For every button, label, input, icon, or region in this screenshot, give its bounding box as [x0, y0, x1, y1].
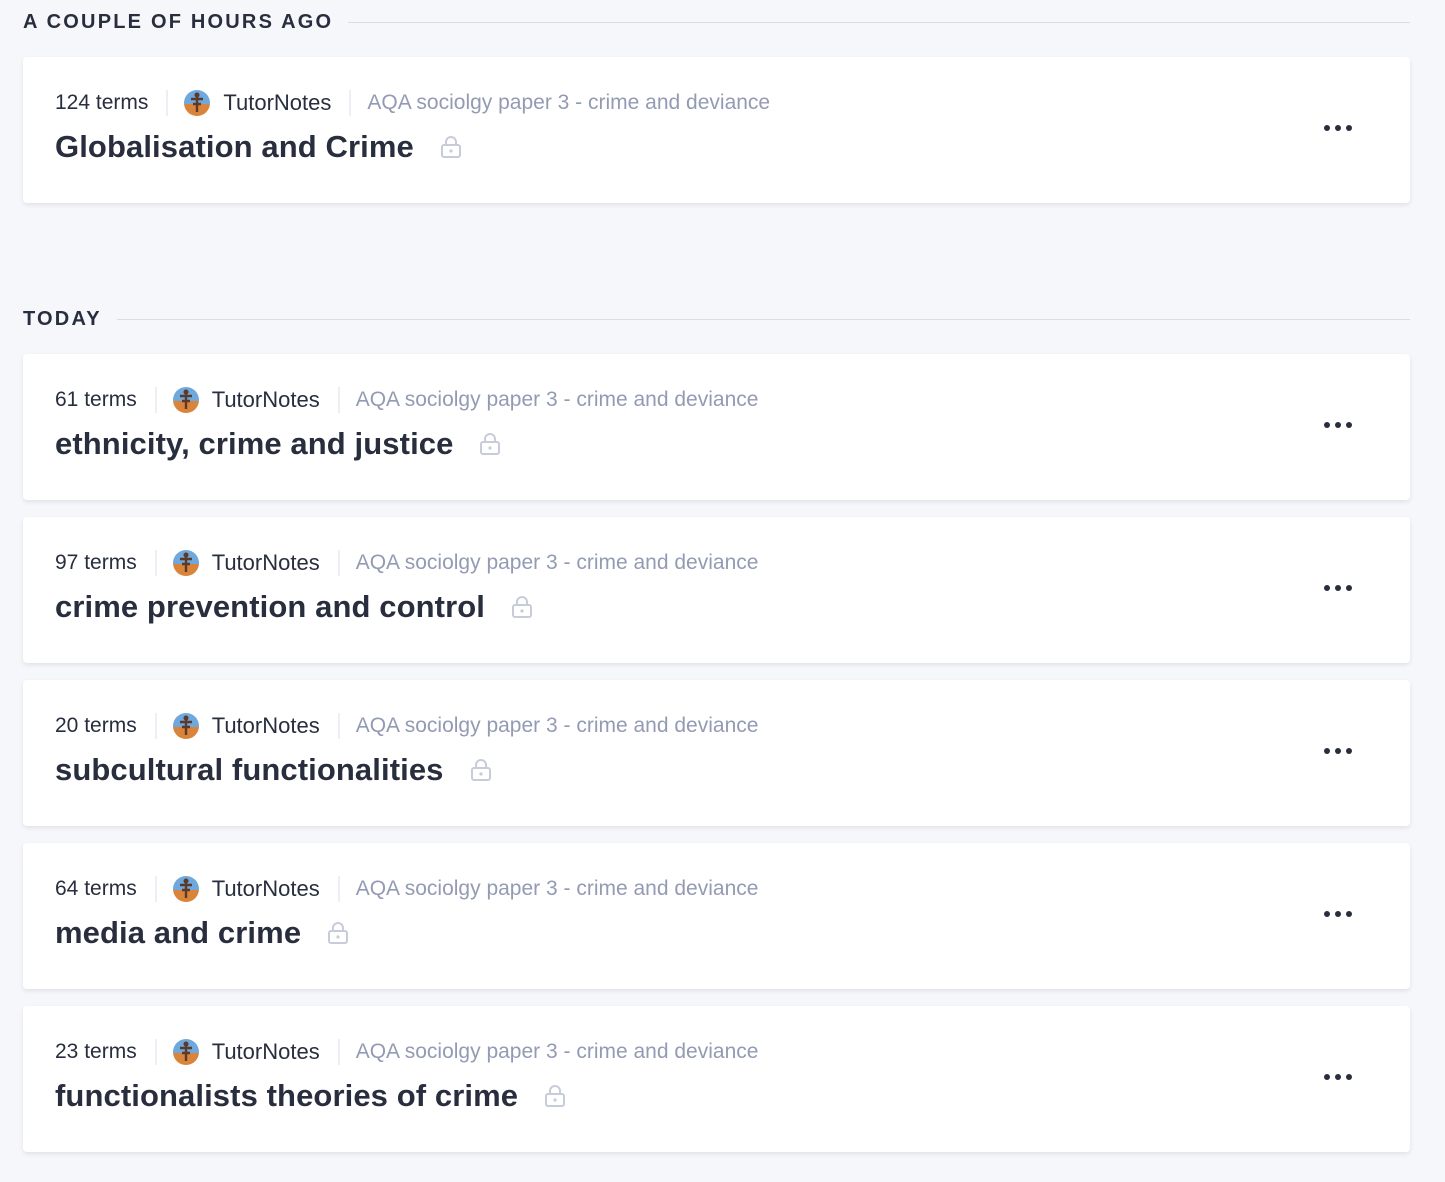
- study-set-title[interactable]: media and crime: [55, 915, 301, 951]
- term-count: 97 terms: [55, 551, 137, 574]
- folder-name[interactable]: AQA sociolgy paper 3 - crime and devianc…: [367, 91, 770, 115]
- meta-separator: [154, 713, 157, 739]
- more-options-icon-dot: [1335, 748, 1341, 754]
- term-count: 23 terms: [55, 1040, 137, 1063]
- folder-name[interactable]: AQA sociolgy paper 3 - crime and devianc…: [356, 714, 759, 738]
- user-avatar[interactable]: [172, 876, 199, 902]
- more-options-icon-dot: [1346, 748, 1352, 754]
- term-count: 20 terms: [55, 714, 137, 737]
- more-options-icon-dot: [1346, 911, 1352, 917]
- study-set-title-row: media and crime: [55, 911, 349, 955]
- more-options-icon-dot: [1346, 422, 1352, 428]
- author-name[interactable]: TutorNotes: [223, 90, 331, 116]
- more-options-icon-dot: [1346, 125, 1352, 131]
- more-options-button[interactable]: [1316, 894, 1360, 934]
- study-set-card[interactable]: 61 terms TutorNotes AQA sociolgy paper 3…: [23, 354, 1410, 500]
- meta-separator: [154, 550, 157, 576]
- study-set-title[interactable]: crime prevention and control: [55, 589, 485, 625]
- meta-separator: [166, 90, 169, 116]
- more-options-button[interactable]: [1316, 108, 1360, 148]
- more-options-icon-dot: [1335, 422, 1341, 428]
- meta-separator: [154, 387, 157, 413]
- study-set-meta: 61 terms TutorNotes AQA sociolgy paper 3…: [55, 384, 758, 416]
- lock-icon: [479, 432, 501, 456]
- study-set-title-row: subcultural functionalities: [55, 748, 492, 792]
- more-options-icon: [1324, 585, 1330, 591]
- author-name[interactable]: TutorNotes: [212, 713, 320, 739]
- meta-separator: [337, 550, 340, 576]
- more-options-icon: [1324, 125, 1330, 131]
- author-name[interactable]: TutorNotes: [212, 1039, 320, 1065]
- folder-name[interactable]: AQA sociolgy paper 3 - crime and devianc…: [356, 877, 759, 901]
- meta-separator: [154, 876, 157, 902]
- study-set-title[interactable]: functionalists theories of crime: [55, 1078, 518, 1114]
- study-set-title-row: crime prevention and control: [55, 585, 533, 629]
- study-set-title-row: functionalists theories of crime: [55, 1074, 566, 1118]
- study-set-card[interactable]: 124 terms TutorNotes AQA sociolgy paper …: [23, 57, 1410, 203]
- study-set-meta: 97 terms TutorNotes AQA sociolgy paper 3…: [55, 547, 758, 579]
- more-options-icon-dot: [1346, 585, 1352, 591]
- meta-separator: [349, 90, 352, 116]
- lock-icon: [544, 1084, 566, 1108]
- folder-name[interactable]: AQA sociolgy paper 3 - crime and devianc…: [356, 1040, 759, 1064]
- lock-icon: [470, 758, 492, 782]
- section-header: TODAY: [23, 306, 1410, 332]
- user-avatar[interactable]: [172, 387, 199, 413]
- more-options-icon: [1324, 422, 1330, 428]
- more-options-icon-dot: [1346, 1074, 1352, 1080]
- study-set-meta: 23 terms TutorNotes AQA sociolgy paper 3…: [55, 1036, 758, 1068]
- more-options-icon: [1324, 1074, 1330, 1080]
- study-set-meta: 124 terms TutorNotes AQA sociolgy paper …: [55, 87, 770, 119]
- author-name[interactable]: TutorNotes: [212, 550, 320, 576]
- more-options-icon-dot: [1335, 585, 1341, 591]
- more-options-icon: [1324, 911, 1330, 917]
- term-count: 124 terms: [55, 91, 149, 114]
- study-set-meta: 64 terms TutorNotes AQA sociolgy paper 3…: [55, 873, 758, 905]
- study-set-title[interactable]: subcultural functionalities: [55, 752, 444, 788]
- lock-icon: [327, 921, 349, 945]
- folder-name[interactable]: AQA sociolgy paper 3 - crime and devianc…: [356, 388, 759, 412]
- more-options-button[interactable]: [1316, 405, 1360, 445]
- user-avatar[interactable]: [172, 550, 199, 576]
- folder-name[interactable]: AQA sociolgy paper 3 - crime and devianc…: [356, 551, 759, 575]
- more-options-icon-dot: [1335, 125, 1341, 131]
- meta-separator: [337, 876, 340, 902]
- section-header: A COUPLE OF HOURS AGO: [23, 9, 1410, 35]
- study-set-card[interactable]: 23 terms TutorNotes AQA sociolgy paper 3…: [23, 1006, 1410, 1152]
- more-options-button[interactable]: [1316, 1057, 1360, 1097]
- section-divider: [116, 318, 1410, 320]
- more-options-icon: [1324, 748, 1330, 754]
- lock-icon: [440, 135, 462, 159]
- more-options-icon-dot: [1335, 1074, 1341, 1080]
- study-set-title[interactable]: Globalisation and Crime: [55, 129, 414, 165]
- meta-separator: [154, 1039, 157, 1065]
- term-count: 61 terms: [55, 388, 137, 411]
- more-options-button[interactable]: [1316, 568, 1360, 608]
- study-sets-page: A COUPLE OF HOURS AGO 124 terms TutorNot…: [0, 0, 1445, 1182]
- study-set-title-row: ethnicity, crime and justice: [55, 422, 501, 466]
- meta-separator: [337, 713, 340, 739]
- meta-separator: [337, 1039, 340, 1065]
- study-set-card[interactable]: 64 terms TutorNotes AQA sociolgy paper 3…: [23, 843, 1410, 989]
- author-name[interactable]: TutorNotes: [212, 876, 320, 902]
- section-divider: [348, 21, 1410, 23]
- user-avatar[interactable]: [172, 1039, 199, 1065]
- user-avatar[interactable]: [184, 90, 211, 116]
- meta-separator: [337, 387, 340, 413]
- study-set-card[interactable]: 20 terms TutorNotes AQA sociolgy paper 3…: [23, 680, 1410, 826]
- section-label: A COUPLE OF HOURS AGO: [23, 11, 334, 33]
- section-label: TODAY: [23, 308, 102, 330]
- author-name[interactable]: TutorNotes: [212, 387, 320, 413]
- term-count: 64 terms: [55, 877, 137, 900]
- more-options-icon-dot: [1335, 911, 1341, 917]
- study-set-title[interactable]: ethnicity, crime and justice: [55, 426, 453, 462]
- study-set-card[interactable]: 97 terms TutorNotes AQA sociolgy paper 3…: [23, 517, 1410, 663]
- lock-icon: [511, 595, 533, 619]
- study-set-meta: 20 terms TutorNotes AQA sociolgy paper 3…: [55, 710, 758, 742]
- study-set-title-row: Globalisation and Crime: [55, 125, 462, 169]
- user-avatar[interactable]: [172, 713, 199, 739]
- more-options-button[interactable]: [1316, 731, 1360, 771]
